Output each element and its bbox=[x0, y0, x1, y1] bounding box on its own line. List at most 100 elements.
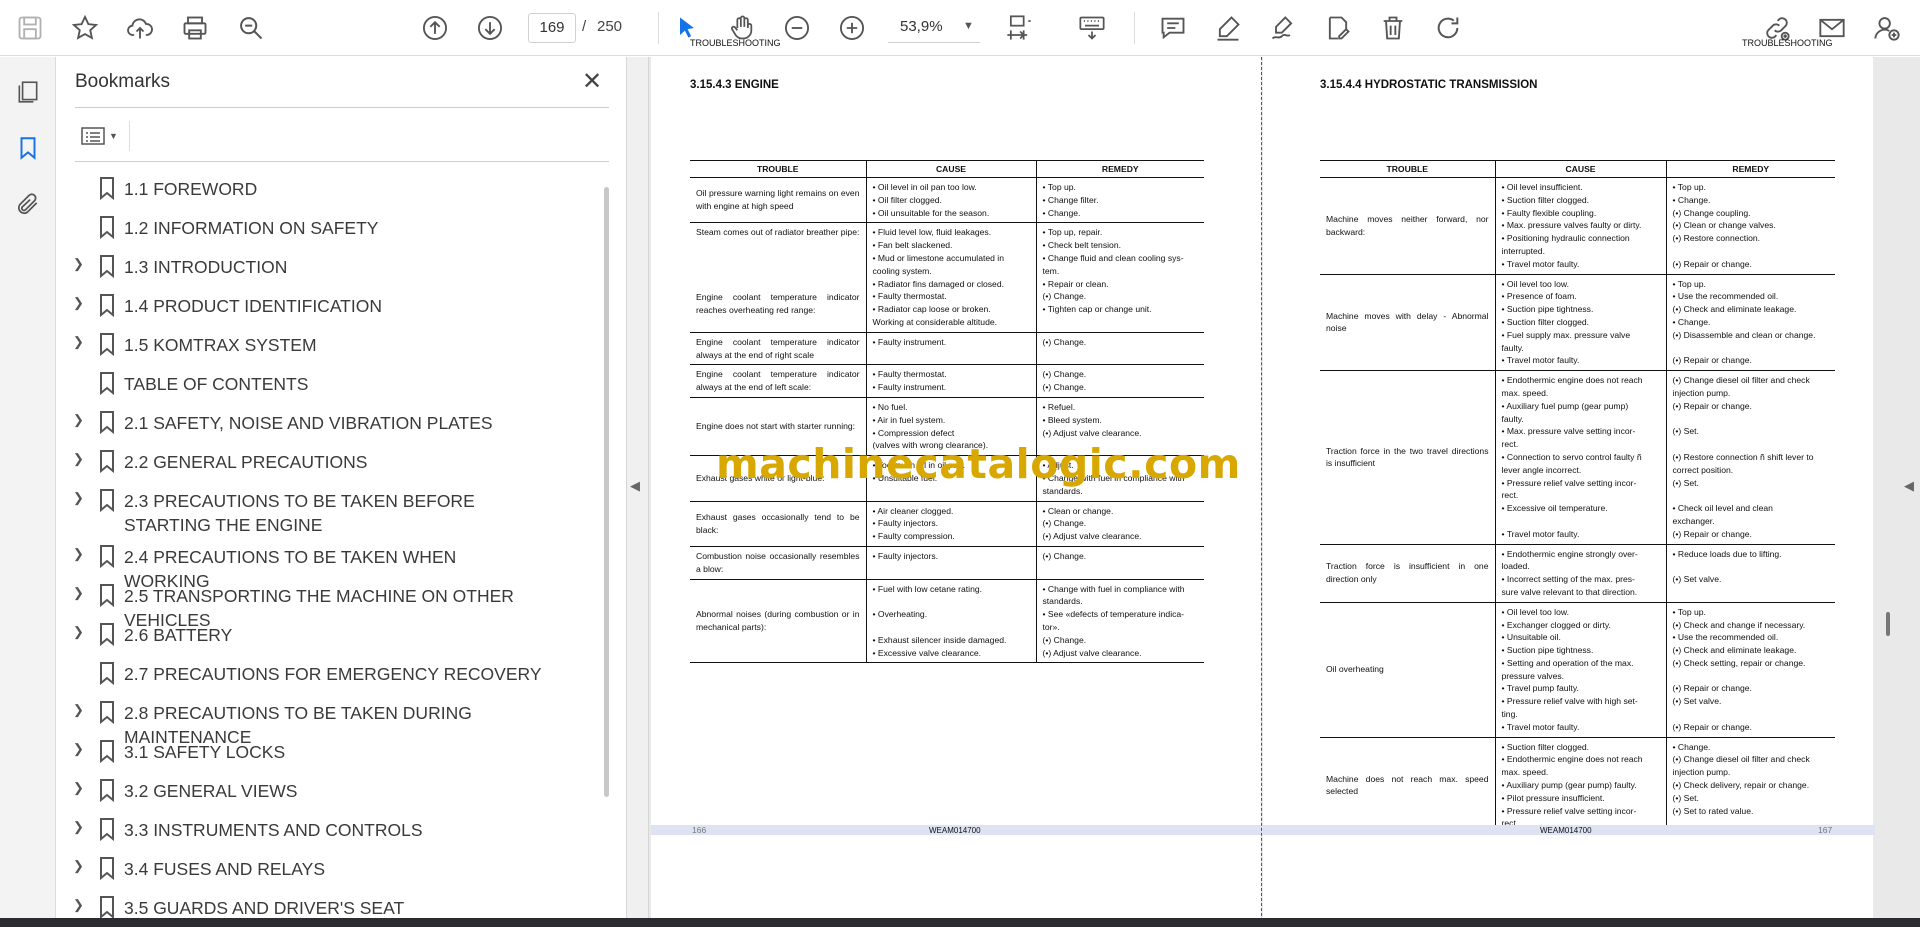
remedy-line bbox=[1673, 413, 1830, 426]
save-icon[interactable] bbox=[11, 9, 49, 47]
expand-right-panel-icon[interactable]: ◀ bbox=[1904, 478, 1914, 494]
bookmark-item[interactable]: ❯ 3.3 INSTRUMENTS AND CONTROLS bbox=[57, 810, 597, 849]
bookmark-item[interactable]: ❯ 2.8 PRECAUTIONS TO BE TAKEN DURING MAIN… bbox=[57, 693, 597, 747]
bookmark-item[interactable]: ❯ 2.1 SAFETY, NOISE AND VIBRATION PLATES bbox=[57, 403, 597, 442]
delete-trash-icon[interactable] bbox=[1374, 9, 1412, 47]
edit-text-icon[interactable] bbox=[1319, 9, 1357, 47]
remedy-line: (•) Repair or change. bbox=[1672, 258, 1752, 269]
document-scrollbar[interactable] bbox=[1886, 612, 1890, 636]
cause-line bbox=[873, 621, 1030, 634]
remedy-line: injection pump. bbox=[1672, 767, 1731, 778]
zoom-in-icon[interactable] bbox=[833, 9, 871, 47]
trouble-text: Combustion noise occasionally resembles … bbox=[696, 550, 860, 574]
chevron-down-icon[interactable]: ▼ bbox=[963, 20, 974, 32]
bookmark-icon bbox=[100, 489, 114, 512]
chevron-right-icon[interactable]: ❯ bbox=[73, 256, 87, 272]
chevron-right-icon[interactable]: ❯ bbox=[73, 702, 87, 718]
collapse-panel-icon[interactable]: ◀ bbox=[630, 478, 640, 494]
add-user-icon[interactable] bbox=[1868, 9, 1906, 47]
bookmark-item[interactable]: ❯ 1.4 PRODUCT IDENTIFICATION bbox=[57, 286, 597, 325]
remedy-line: • Repair or clean. bbox=[1042, 278, 1109, 289]
chevron-right-icon[interactable]: ❯ bbox=[73, 295, 87, 311]
chevron-right-icon[interactable]: ❯ bbox=[73, 585, 87, 601]
attachments-icon[interactable] bbox=[9, 185, 47, 223]
print-icon[interactable] bbox=[176, 9, 214, 47]
bookmark-item[interactable]: TABLE OF CONTENTS bbox=[57, 364, 597, 403]
trouble-cell: Machine does not reach max. speed select… bbox=[1320, 737, 1495, 835]
bookmark-item[interactable]: ❯ 2.4 PRECAUTIONS TO BE TAKEN WHEN WORKIN… bbox=[57, 537, 597, 591]
bookmark-item[interactable]: ❯ 2.6 BATTERY bbox=[57, 615, 597, 654]
bookmarks-scrollbar[interactable] bbox=[604, 187, 609, 797]
bookmark-item[interactable]: 1.2 INFORMATION ON SAFETY bbox=[57, 208, 597, 247]
cause-line: lever angle incorrect. bbox=[1501, 464, 1582, 475]
chevron-right-icon[interactable]: ❯ bbox=[73, 897, 87, 913]
bookmark-label: 3.2 GENERAL VIEWS bbox=[124, 781, 298, 801]
star-icon[interactable] bbox=[66, 9, 104, 47]
trouble-text: Machine moves with delay - Abnormal nois… bbox=[1326, 310, 1489, 334]
upload-cloud-icon[interactable] bbox=[121, 9, 159, 47]
chevron-right-icon[interactable]: ❯ bbox=[73, 412, 87, 428]
next-page-icon[interactable] bbox=[471, 9, 509, 47]
cause-line: • Pilot pressure insufficient. bbox=[1501, 792, 1605, 803]
column-header: CAUSE bbox=[1494, 160, 1666, 178]
trouble-text: Exhaust gases occasionally tend to be bl… bbox=[696, 511, 860, 535]
chevron-right-icon[interactable]: ❯ bbox=[73, 490, 87, 506]
column-header: REMEDY bbox=[1035, 160, 1204, 178]
chevron-right-icon[interactable]: ❯ bbox=[73, 858, 87, 874]
cause-cell: • Oil level in oil pan too low. • Oil fil… bbox=[865, 177, 1036, 224]
chevron-right-icon[interactable]: ❯ bbox=[73, 624, 87, 640]
remedy-line: (•) Change diesel oil filter and check bbox=[1672, 375, 1810, 386]
rotate-icon[interactable] bbox=[1429, 9, 1467, 47]
bookmark-icon bbox=[100, 411, 114, 434]
chevron-right-icon[interactable]: ❯ bbox=[73, 334, 87, 350]
remedy-cell: (•) Change. bbox=[1035, 546, 1204, 580]
cause-line bbox=[873, 595, 1030, 608]
zoom-search-icon[interactable] bbox=[232, 9, 270, 47]
comment-icon[interactable] bbox=[1154, 9, 1192, 47]
highlight-pen-icon[interactable] bbox=[1209, 9, 1247, 47]
remedy-line: (•) Change. bbox=[1042, 550, 1087, 561]
table-row: Traction force is insufficient in one di… bbox=[1320, 544, 1835, 603]
bookmark-item[interactable]: ❯ 3.2 GENERAL VIEWS bbox=[57, 771, 597, 810]
bookmark-item[interactable]: ❯ 1.5 KOMTRAX SYSTEM bbox=[57, 325, 597, 364]
remedy-line: • Clean or change. bbox=[1042, 505, 1114, 516]
page-fit-icon[interactable] bbox=[1000, 9, 1038, 47]
zoom-out-icon[interactable] bbox=[778, 9, 816, 47]
engine-troubleshooting-table: TROUBLE CAUSE REMEDY Oil pressure warning l… bbox=[690, 160, 1204, 664]
remedy-line: (•) Repair or change. bbox=[1672, 528, 1752, 539]
bookmark-item[interactable]: ❯ 3.4 FUSES AND RELAYS bbox=[57, 849, 597, 888]
previous-page-icon[interactable] bbox=[416, 9, 454, 47]
bookmark-item[interactable]: 2.7 PRECAUTIONS FOR EMERGENCY RECOVERY bbox=[57, 654, 597, 693]
cause-line: • Air in fuel system. bbox=[872, 414, 946, 425]
chevron-right-icon[interactable]: ❯ bbox=[73, 819, 87, 835]
chevron-right-icon[interactable]: ❯ bbox=[73, 741, 87, 757]
remedy-line: • Use the recommended oil. bbox=[1672, 291, 1779, 302]
remedy-line bbox=[1673, 708, 1830, 721]
bookmark-item[interactable]: ❯ 2.5 TRANSPORTING THE MACHINE ON OTHER V… bbox=[57, 576, 597, 630]
bookmark-item[interactable]: ❯ 1.3 INTRODUCTION bbox=[57, 247, 597, 286]
bookmark-options-button[interactable]: ▼ bbox=[75, 117, 127, 155]
cause-line: • Compression defect bbox=[872, 427, 955, 438]
cause-line: Working at considerable altitude. bbox=[872, 316, 998, 327]
cause-line: • Positioning hydraulic connection bbox=[1501, 233, 1630, 244]
bookmark-item[interactable]: ❯ 3.1 SAFETY LOCKS bbox=[57, 732, 597, 771]
remedy-cell: (•) Change. (•) Change. bbox=[1035, 364, 1204, 398]
remedy-line: (•) Check setting, repair or change. bbox=[1672, 657, 1806, 668]
chevron-right-icon[interactable]: ❯ bbox=[73, 546, 87, 562]
remedy-line: • Reduce loads due to lifting. bbox=[1672, 548, 1782, 559]
trouble-text: Engine does not start with starter runni… bbox=[696, 421, 856, 432]
page-number-input[interactable]: 169 bbox=[528, 13, 576, 43]
chevron-right-icon[interactable]: ❯ bbox=[73, 780, 87, 796]
close-icon[interactable]: ✕ bbox=[577, 67, 607, 97]
page-thumbnails-icon[interactable] bbox=[9, 73, 47, 111]
keyboard-scroll-icon[interactable] bbox=[1073, 9, 1111, 47]
trouble-text: Engine coolant temperature indicator alw… bbox=[696, 336, 860, 360]
chevron-right-icon[interactable]: ❯ bbox=[73, 451, 87, 467]
draw-signature-icon[interactable] bbox=[1264, 9, 1302, 47]
remedy-line: (•) Check and eliminate leakage. bbox=[1672, 645, 1797, 656]
bookmark-item[interactable]: ❯ 2.2 GENERAL PRECAUTIONS bbox=[57, 442, 597, 481]
bookmark-item[interactable]: ❯ 2.3 PRECAUTIONS TO BE TAKEN BEFORE STAR… bbox=[57, 481, 597, 537]
bookmark-item[interactable]: 1.1 FOREWORD bbox=[57, 169, 597, 208]
bookmarks-panel-icon[interactable] bbox=[9, 129, 47, 167]
cause-line: • Radiator fins damaged or closed. bbox=[872, 278, 1005, 289]
